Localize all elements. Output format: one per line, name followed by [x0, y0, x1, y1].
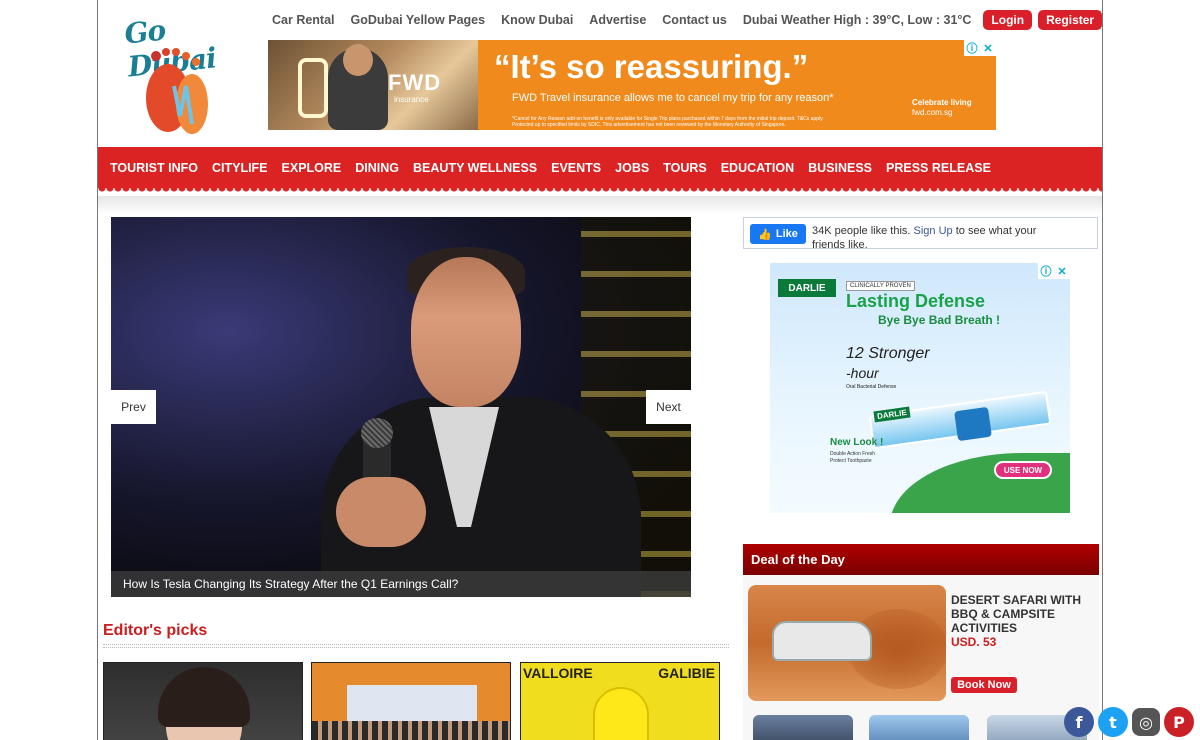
ad-person-head: [343, 44, 373, 76]
ad-side-new-sub: Double Action Fresh Protect Toothpaste: [830, 451, 876, 464]
pick1-hair-shape: [158, 667, 250, 727]
instagram-icon[interactable]: ◎: [1132, 708, 1160, 736]
top-link-contact-us[interactable]: Contact us: [662, 13, 727, 27]
nav-shadow: [98, 196, 1102, 214]
footprints-icon: [146, 48, 208, 134]
nav-dining[interactable]: DINING: [355, 161, 399, 175]
ad-side-hour2: -hour: [846, 365, 879, 381]
nav-scalloped-edge: [98, 188, 1102, 196]
ad-side-headline2: Bye Bye Bad Breath !: [878, 313, 1001, 327]
fb-like-count: 34K people like this.: [812, 225, 914, 237]
ad-side-controls: ⓘ ✕: [1038, 263, 1070, 279]
nav-business[interactable]: BUSINESS: [808, 161, 872, 175]
top-link-yellow-pages[interactable]: GoDubai Yellow Pages: [351, 13, 486, 27]
twitter-icon[interactable]: t: [1098, 707, 1128, 737]
nav-events[interactable]: EVENTS: [551, 161, 601, 175]
book-now-button[interactable]: Book Now: [951, 677, 1017, 693]
deal-heading: Deal of the Day: [743, 544, 1099, 575]
nav-tourist-info[interactable]: TOURIST INFO: [110, 161, 198, 175]
ad-close-icon[interactable]: ✕: [980, 40, 996, 56]
slider-prev-button[interactable]: Prev: [111, 390, 156, 424]
ad-side-brand: DARLIE: [778, 279, 836, 297]
deal-title[interactable]: DESERT SAFARI WITH BBQ & CAMPSITE ACTIVI…: [951, 593, 1091, 635]
nav-press-release[interactable]: PRESS RELEASE: [886, 161, 991, 175]
ad-photo: [268, 40, 478, 130]
ad-headline: “It’s so reassuring.”: [494, 48, 809, 85]
ad-side-hour1: 12 Stronger: [846, 345, 930, 362]
editors-pick-3[interactable]: VALLOIRE GALIBIE: [520, 662, 720, 740]
nav-tours[interactable]: TOURS: [663, 161, 707, 175]
pick2-crowd-shape: [312, 721, 510, 740]
ad-side-hour-sub: Oral Bacterial Defense: [846, 384, 897, 390]
ad-side-use-now-button[interactable]: USE NOW: [994, 461, 1052, 479]
top-link-car-rental[interactable]: Car Rental: [272, 13, 335, 27]
pick3-banner-left: VALLOIRE: [523, 665, 593, 681]
side-ad-darlie[interactable]: DARLIE CLINICALLY PROVEN Lasting Defense…: [770, 263, 1070, 513]
nav-citylife[interactable]: CITYLIFE: [212, 161, 268, 175]
nav-education[interactable]: EDUCATION: [721, 161, 794, 175]
nav-explore[interactable]: EXPLORE: [282, 161, 342, 175]
ad-cta-line2: fwd.com.sg: [912, 108, 953, 117]
toothpaste-cap-shape: [954, 406, 992, 442]
nav-beauty-wellness[interactable]: BEAUTY WELLNESS: [413, 161, 537, 175]
ad-description: FWD Travel insurance allows me to cancel…: [512, 92, 834, 104]
slider-next-button[interactable]: Next: [646, 390, 691, 424]
pick3-rider-shape: [593, 687, 649, 740]
pick3-banner-right: GALIBIE: [658, 665, 715, 681]
weather-info: Dubai Weather High : 39°C, Low : 31°C: [742, 13, 972, 27]
fb-like-button[interactable]: 👍 Like: [750, 224, 806, 244]
ad-lamp-shape: [298, 58, 328, 118]
deal-price: USD. 53: [951, 635, 997, 649]
facebook-icon[interactable]: f: [1064, 707, 1094, 737]
deal-photo[interactable]: [748, 585, 946, 701]
social-share-bar: f t ◎ P: [1064, 704, 1200, 740]
editors-picks-divider: [103, 644, 729, 648]
fb-signup-link[interactable]: Sign Up: [914, 225, 953, 237]
deal-car-shape: [772, 621, 872, 661]
page: Go Dubai Car Rental GoDubai Yellow Pages…: [0, 0, 1200, 740]
top-links-bar: Car Rental GoDubai Yellow Pages Know Dub…: [272, 8, 1102, 32]
pinterest-icon[interactable]: P: [1164, 707, 1194, 737]
ad-brand: FWD: [388, 70, 442, 95]
fb-like-text: 34K people like this. Sign Up to see wha…: [812, 224, 1052, 248]
thumbs-up-icon: 👍: [758, 228, 772, 241]
ad-side-close-icon[interactable]: ✕: [1054, 263, 1070, 279]
ad-side-clinically: CLINICALLY PROVEN: [846, 281, 915, 291]
top-banner-ad[interactable]: FWD insurance “It’s so reassuring.” FWD …: [268, 40, 996, 130]
deal-thumb-2[interactable]: [869, 715, 969, 740]
facebook-like-widget: 👍 Like 34K people like this. Sign Up to …: [743, 217, 1098, 249]
slider-person-face: [411, 257, 521, 407]
ad-cta-line1: Celebrate living: [912, 98, 972, 107]
featured-slider[interactable]: Prev Next How Is Tesla Changing Its Stra…: [111, 217, 691, 597]
fb-like-label: Like: [775, 228, 798, 240]
deal-thumb-1[interactable]: [753, 715, 853, 740]
login-button[interactable]: Login: [983, 10, 1033, 30]
deal-of-the-day: Deal of the Day DESERT SAFARI WITH BBQ &…: [743, 544, 1099, 740]
nav-jobs[interactable]: JOBS: [615, 161, 649, 175]
site-frame: Go Dubai Car Rental GoDubai Yellow Pages…: [97, 0, 1103, 740]
slider-caption[interactable]: How Is Tesla Changing Its Strategy After…: [111, 571, 691, 597]
register-button[interactable]: Register: [1038, 10, 1102, 30]
editors-pick-1[interactable]: [103, 662, 303, 740]
ad-brand-sub: insurance: [394, 95, 429, 104]
editors-picks-title: Editor's picks: [103, 622, 208, 639]
editors-pick-2[interactable]: [311, 662, 511, 740]
ad-controls: ⓘ ✕: [964, 40, 996, 56]
top-link-advertise[interactable]: Advertise: [589, 13, 646, 27]
site-logo[interactable]: Go Dubai: [123, 12, 234, 140]
main-nav: TOURIST INFO CITYLIFE EXPLORE DINING BEA…: [98, 147, 1102, 188]
ad-side-info-icon[interactable]: ⓘ: [1038, 263, 1054, 279]
top-link-know-dubai[interactable]: Know Dubai: [501, 13, 573, 27]
slider-person-hand: [336, 477, 426, 547]
ad-side-headline1: Lasting Defense: [846, 291, 986, 311]
ad-side-new-look: New Look !: [830, 437, 884, 448]
ad-info-icon[interactable]: ⓘ: [964, 40, 980, 56]
pick2-screen-shape: [347, 685, 477, 725]
ad-small-print: *Cancel for Any Reason add-on benefit is…: [512, 116, 824, 128]
